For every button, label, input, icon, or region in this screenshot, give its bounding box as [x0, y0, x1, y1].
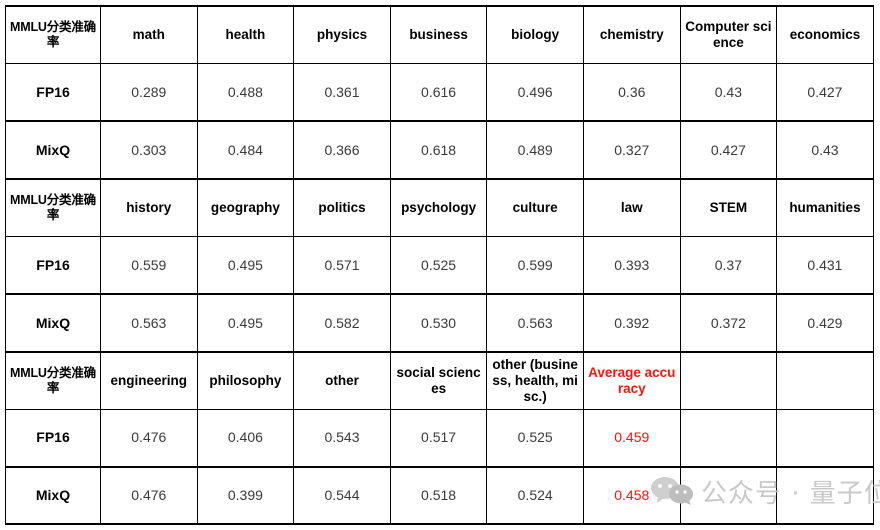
data-cell: 0.559: [100, 235, 198, 295]
column-header-cell: math: [100, 5, 198, 65]
column-header-cell: philosophy: [196, 350, 295, 410]
column-header-cell: biology: [486, 5, 584, 65]
data-cell: 0.392: [582, 293, 681, 353]
data-cell: 0.488: [196, 63, 295, 123]
column-header-cell: law: [582, 177, 681, 237]
empty-cell: [776, 408, 874, 468]
data-cell: 0.458: [582, 466, 681, 526]
data-cell: 0.525: [389, 235, 488, 295]
column-header-cell: Average accuracy: [582, 350, 681, 410]
data-cell: 0.525: [486, 408, 584, 468]
row-label-fp16: FP16: [5, 63, 101, 123]
column-header-cell: engineering: [100, 350, 198, 410]
column-header-cell: health: [196, 5, 295, 65]
table-row: FP16 0.476 0.406 0.543 0.517 0.525 0.459: [5, 408, 874, 468]
data-cell: 0.43: [679, 63, 778, 123]
data-cell: 0.599: [486, 235, 584, 295]
empty-header-cell: [679, 351, 778, 410]
data-cell: 0.43: [776, 120, 874, 180]
data-cell: 0.427: [776, 63, 874, 123]
empty-cell: [679, 408, 778, 468]
data-cell: 0.303: [100, 120, 198, 180]
data-cell: 0.495: [196, 235, 295, 295]
row-label-fp16: FP16: [5, 235, 101, 295]
data-cell: 0.361: [293, 63, 391, 123]
data-cell: 0.543: [293, 408, 391, 468]
row-label-fp16: FP16: [5, 408, 101, 468]
data-cell: 0.489: [486, 120, 584, 180]
data-cell: 0.399: [196, 466, 295, 526]
column-header-cell: STEM: [679, 177, 778, 237]
column-header-cell: Computer science: [679, 5, 778, 65]
empty-cell: [776, 466, 874, 526]
data-cell: 0.366: [293, 120, 391, 180]
data-cell: 0.429: [776, 293, 874, 353]
column-header-cell: economics: [776, 5, 874, 65]
table-corner-label: MMLU分类准确率: [5, 177, 101, 237]
row-label-mixq: MixQ: [5, 120, 101, 180]
column-header-cell: history: [100, 177, 198, 237]
column-header-cell: geography: [196, 177, 295, 237]
section-header-row: MMLU分类准确率 engineering philosophy other socia…: [5, 350, 874, 410]
table-corner-label: MMLU分类准确率: [5, 350, 101, 410]
column-header-cell: chemistry: [582, 5, 681, 65]
table-row: FP16 0.559 0.495 0.571 0.525 0.599 0.393 0.37 0.…: [5, 235, 874, 295]
data-cell: 0.571: [293, 235, 391, 295]
table-corner-label: MMLU分类准确率: [5, 5, 101, 65]
data-cell: 0.530: [389, 293, 488, 353]
data-cell: 0.431: [776, 235, 874, 295]
section-header-row: MMLU分类准确率 math health physics business biolog…: [5, 5, 874, 65]
empty-cell: [679, 466, 778, 526]
column-header-cell: humanities: [776, 177, 874, 237]
column-header-cell: psychology: [389, 177, 488, 237]
data-cell: 0.524: [486, 466, 584, 526]
column-header-cell: other: [293, 350, 391, 410]
data-cell: 0.544: [293, 466, 391, 526]
data-cell: 0.616: [389, 63, 488, 123]
data-cell: 0.618: [389, 120, 488, 180]
data-cell: 0.476: [100, 408, 198, 468]
data-cell: 0.37: [679, 235, 778, 295]
mmlu-accuracy-table: MMLU分类准确率 math health physics business biolog…: [5, 5, 874, 526]
column-header-cell: social sciences: [389, 350, 488, 410]
empty-header-cell: [776, 351, 874, 410]
data-cell: 0.427: [679, 120, 778, 180]
table-row: FP16 0.289 0.488 0.361 0.616 0.496 0.36 0.43 0.4…: [5, 63, 874, 123]
data-cell: 0.372: [679, 293, 778, 353]
row-label-mixq: MixQ: [5, 466, 101, 526]
data-cell: 0.563: [100, 293, 198, 353]
table-row: MixQ 0.303 0.484 0.366 0.618 0.489 0.327 0.427 0…: [5, 120, 874, 180]
data-cell: 0.476: [100, 466, 198, 526]
data-cell: 0.495: [196, 293, 295, 353]
table-row: MixQ 0.476 0.399 0.544 0.518 0.524 0.458: [5, 466, 874, 526]
data-cell: 0.459: [582, 408, 681, 468]
section-header-row: MMLU分类准确率 history geography politics psychol…: [5, 177, 874, 237]
data-cell: 0.484: [196, 120, 295, 180]
data-cell: 0.563: [486, 293, 584, 353]
row-label-mixq: MixQ: [5, 293, 101, 353]
data-cell: 0.518: [389, 466, 488, 526]
column-header-cell: physics: [293, 5, 391, 65]
column-header-cell: culture: [486, 177, 584, 237]
data-cell: 0.289: [100, 63, 198, 123]
data-cell: 0.496: [486, 63, 584, 123]
data-cell: 0.582: [293, 293, 391, 353]
data-cell: 0.517: [389, 408, 488, 468]
data-cell: 0.406: [196, 408, 295, 468]
data-cell: 0.36: [582, 63, 681, 123]
column-header-cell: politics: [293, 177, 391, 237]
table-row: MixQ 0.563 0.495 0.582 0.530 0.563 0.392 0.372 0…: [5, 293, 874, 353]
column-header-cell: other (business, health, misc.): [486, 350, 584, 410]
data-cell: 0.393: [582, 235, 681, 295]
mmlu-accuracy-table-container: MMLU分类准确率 math health physics business biolog…: [5, 5, 874, 526]
column-header-cell: business: [389, 5, 488, 65]
data-cell: 0.327: [582, 120, 681, 180]
